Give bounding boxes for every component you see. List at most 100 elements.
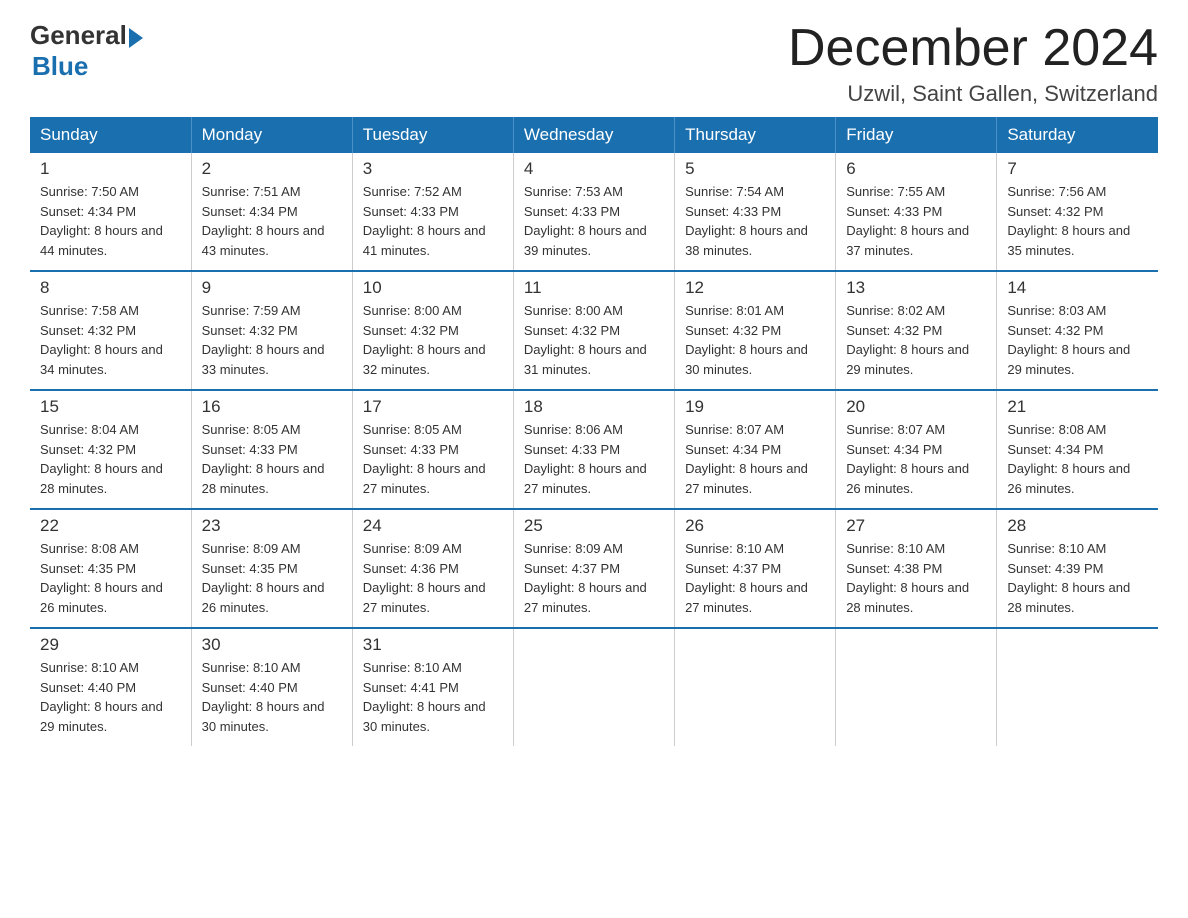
day-number: 13	[846, 278, 986, 298]
calendar-table: SundayMondayTuesdayWednesdayThursdayFrid…	[30, 117, 1158, 746]
calendar-cell: 6Sunrise: 7:55 AMSunset: 4:33 PMDaylight…	[836, 153, 997, 271]
day-number: 28	[1007, 516, 1148, 536]
day-number: 16	[202, 397, 342, 417]
day-header-sunday: Sunday	[30, 117, 191, 153]
day-info: Sunrise: 8:01 AMSunset: 4:32 PMDaylight:…	[685, 301, 825, 379]
day-info: Sunrise: 7:50 AMSunset: 4:34 PMDaylight:…	[40, 182, 181, 260]
day-number: 10	[363, 278, 503, 298]
day-info: Sunrise: 8:04 AMSunset: 4:32 PMDaylight:…	[40, 420, 181, 498]
day-number: 11	[524, 278, 664, 298]
day-header-saturday: Saturday	[997, 117, 1158, 153]
calendar-week-row: 29 Sunrise: 8:10 AMSunset: 4:40 PMDayligh…	[30, 628, 1158, 746]
day-info: Sunrise: 8:09 AMSunset: 4:36 PMDaylight:…	[363, 539, 503, 617]
day-info: Sunrise: 7:58 AMSunset: 4:32 PMDaylight:…	[40, 301, 181, 379]
day-number: 4	[524, 159, 664, 179]
day-info: Sunrise: 8:10 AMSunset: 4:40 PMDaylight:…	[40, 658, 181, 736]
day-info: Sunrise: 8:08 AMSunset: 4:34 PMDaylight:…	[1007, 420, 1148, 498]
calendar-week-row: 1 Sunrise: 7:50 AMSunset: 4:34 PMDaylight…	[30, 153, 1158, 271]
page-header: General Blue December 2024 Uzwil, Saint …	[30, 20, 1158, 107]
day-info: Sunrise: 8:08 AMSunset: 4:35 PMDaylight:…	[40, 539, 181, 617]
day-header-wednesday: Wednesday	[513, 117, 674, 153]
calendar-cell: 21 Sunrise: 8:08 AMSunset: 4:34 PMDayligh…	[997, 390, 1158, 509]
day-number: 5	[685, 159, 825, 179]
day-info: Sunrise: 8:00 AMSunset: 4:32 PMDaylight:…	[363, 301, 503, 379]
day-number: 7	[1007, 159, 1148, 179]
calendar-cell	[836, 628, 997, 746]
calendar-cell: 19Sunrise: 8:07 AMSunset: 4:34 PMDayligh…	[675, 390, 836, 509]
calendar-cell: 13 Sunrise: 8:02 AMSunset: 4:32 PMDayligh…	[836, 271, 997, 390]
logo-blue-text: Blue	[32, 51, 88, 82]
calendar-cell: 7 Sunrise: 7:56 AMSunset: 4:32 PMDaylight…	[997, 153, 1158, 271]
day-number: 27	[846, 516, 986, 536]
calendar-cell: 14 Sunrise: 8:03 AMSunset: 4:32 PMDayligh…	[997, 271, 1158, 390]
calendar-cell: 10 Sunrise: 8:00 AMSunset: 4:32 PMDayligh…	[352, 271, 513, 390]
day-header-tuesday: Tuesday	[352, 117, 513, 153]
location-subtitle: Uzwil, Saint Gallen, Switzerland	[788, 81, 1158, 107]
calendar-cell: 16 Sunrise: 8:05 AMSunset: 4:33 PMDayligh…	[191, 390, 352, 509]
day-info: Sunrise: 8:10 AMSunset: 4:41 PMDaylight:…	[363, 658, 503, 736]
day-info: Sunrise: 8:10 AMSunset: 4:40 PMDaylight:…	[202, 658, 342, 736]
calendar-cell: 22 Sunrise: 8:08 AMSunset: 4:35 PMDayligh…	[30, 509, 191, 628]
day-number: 22	[40, 516, 181, 536]
title-section: December 2024 Uzwil, Saint Gallen, Switz…	[788, 20, 1158, 107]
calendar-cell: 4 Sunrise: 7:53 AMSunset: 4:33 PMDaylight…	[513, 153, 674, 271]
day-number: 17	[363, 397, 503, 417]
day-number: 18	[524, 397, 664, 417]
day-info: Sunrise: 8:07 AMSunset: 4:34 PMDaylight:…	[846, 420, 986, 498]
day-number: 9	[202, 278, 342, 298]
day-info: Sunrise: 8:05 AMSunset: 4:33 PMDaylight:…	[363, 420, 503, 498]
calendar-cell: 28Sunrise: 8:10 AMSunset: 4:39 PMDayligh…	[997, 509, 1158, 628]
day-number: 14	[1007, 278, 1148, 298]
day-number: 3	[363, 159, 503, 179]
day-number: 20	[846, 397, 986, 417]
day-info: Sunrise: 7:56 AMSunset: 4:32 PMDaylight:…	[1007, 182, 1148, 260]
day-info: Sunrise: 8:06 AMSunset: 4:33 PMDaylight:…	[524, 420, 664, 498]
calendar-cell: 31Sunrise: 8:10 AMSunset: 4:41 PMDayligh…	[352, 628, 513, 746]
calendar-cell: 17 Sunrise: 8:05 AMSunset: 4:33 PMDayligh…	[352, 390, 513, 509]
day-number: 15	[40, 397, 181, 417]
day-number: 26	[685, 516, 825, 536]
day-info: Sunrise: 8:03 AMSunset: 4:32 PMDaylight:…	[1007, 301, 1148, 379]
month-year-title: December 2024	[788, 20, 1158, 77]
calendar-cell: 23Sunrise: 8:09 AMSunset: 4:35 PMDayligh…	[191, 509, 352, 628]
calendar-week-row: 15 Sunrise: 8:04 AMSunset: 4:32 PMDayligh…	[30, 390, 1158, 509]
day-number: 24	[363, 516, 503, 536]
calendar-cell: 24 Sunrise: 8:09 AMSunset: 4:36 PMDayligh…	[352, 509, 513, 628]
calendar-header-row: SundayMondayTuesdayWednesdayThursdayFrid…	[30, 117, 1158, 153]
calendar-cell: 26 Sunrise: 8:10 AMSunset: 4:37 PMDayligh…	[675, 509, 836, 628]
day-header-thursday: Thursday	[675, 117, 836, 153]
calendar-cell: 25 Sunrise: 8:09 AMSunset: 4:37 PMDayligh…	[513, 509, 674, 628]
calendar-cell: 8 Sunrise: 7:58 AMSunset: 4:32 PMDaylight…	[30, 271, 191, 390]
calendar-week-row: 8 Sunrise: 7:58 AMSunset: 4:32 PMDaylight…	[30, 271, 1158, 390]
day-info: Sunrise: 8:10 AMSunset: 4:37 PMDaylight:…	[685, 539, 825, 617]
day-info: Sunrise: 7:51 AMSunset: 4:34 PMDaylight:…	[202, 182, 342, 260]
calendar-cell: 2Sunrise: 7:51 AMSunset: 4:34 PMDaylight…	[191, 153, 352, 271]
day-number: 8	[40, 278, 181, 298]
day-number: 1	[40, 159, 181, 179]
day-header-friday: Friday	[836, 117, 997, 153]
day-info: Sunrise: 7:54 AMSunset: 4:33 PMDaylight:…	[685, 182, 825, 260]
day-number: 23	[202, 516, 342, 536]
logo-arrow-icon	[129, 28, 143, 48]
calendar-cell: 30 Sunrise: 8:10 AMSunset: 4:40 PMDayligh…	[191, 628, 352, 746]
calendar-week-row: 22 Sunrise: 8:08 AMSunset: 4:35 PMDayligh…	[30, 509, 1158, 628]
day-number: 29	[40, 635, 181, 655]
day-number: 30	[202, 635, 342, 655]
day-info: Sunrise: 8:10 AMSunset: 4:38 PMDaylight:…	[846, 539, 986, 617]
day-info: Sunrise: 7:52 AMSunset: 4:33 PMDaylight:…	[363, 182, 503, 260]
day-number: 12	[685, 278, 825, 298]
calendar-cell: 3 Sunrise: 7:52 AMSunset: 4:33 PMDaylight…	[352, 153, 513, 271]
day-number: 25	[524, 516, 664, 536]
day-info: Sunrise: 8:07 AMSunset: 4:34 PMDaylight:…	[685, 420, 825, 498]
calendar-cell: 15 Sunrise: 8:04 AMSunset: 4:32 PMDayligh…	[30, 390, 191, 509]
day-info: Sunrise: 8:05 AMSunset: 4:33 PMDaylight:…	[202, 420, 342, 498]
calendar-cell: 12 Sunrise: 8:01 AMSunset: 4:32 PMDayligh…	[675, 271, 836, 390]
day-info: Sunrise: 8:09 AMSunset: 4:37 PMDaylight:…	[524, 539, 664, 617]
day-info: Sunrise: 7:53 AMSunset: 4:33 PMDaylight:…	[524, 182, 664, 260]
calendar-cell: 1 Sunrise: 7:50 AMSunset: 4:34 PMDaylight…	[30, 153, 191, 271]
day-number: 21	[1007, 397, 1148, 417]
calendar-cell	[513, 628, 674, 746]
day-info: Sunrise: 8:00 AMSunset: 4:32 PMDaylight:…	[524, 301, 664, 379]
calendar-cell	[675, 628, 836, 746]
day-info: Sunrise: 8:02 AMSunset: 4:32 PMDaylight:…	[846, 301, 986, 379]
